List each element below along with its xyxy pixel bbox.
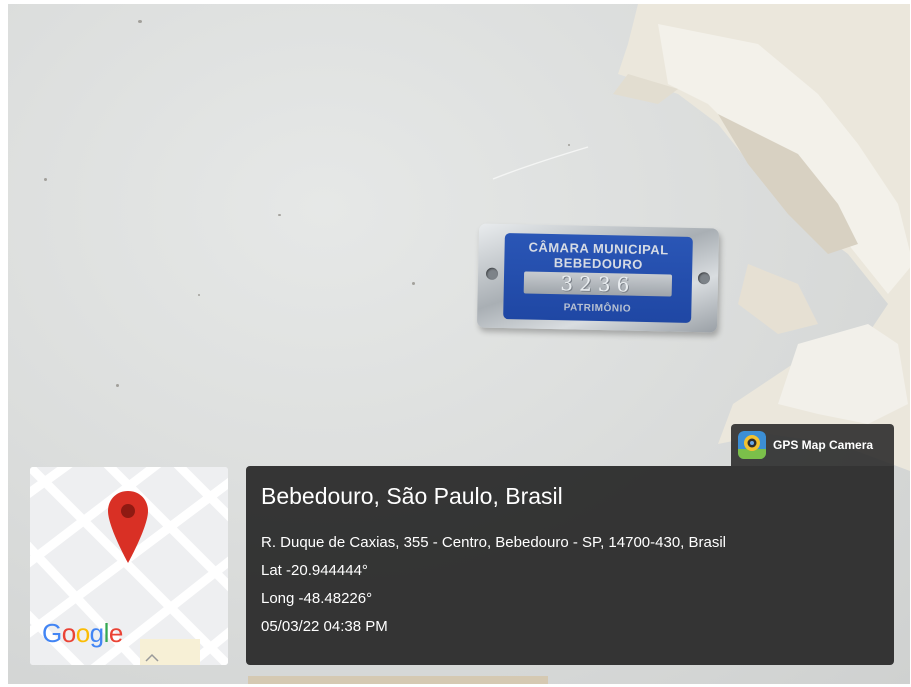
floor-edge bbox=[248, 676, 548, 684]
wall-speck bbox=[278, 214, 281, 216]
gps-map-camera-app-icon bbox=[738, 431, 766, 459]
tag-screw-hole bbox=[697, 272, 711, 285]
wall-speck bbox=[44, 178, 47, 181]
gps-map-camera-badge: GPS Map Camera bbox=[731, 424, 894, 466]
map-pin-icon bbox=[108, 491, 148, 563]
wall-speck bbox=[412, 282, 415, 285]
google-logo-letter: o bbox=[61, 618, 76, 648]
wall-speck bbox=[116, 384, 119, 387]
google-logo: Google bbox=[42, 618, 123, 649]
asset-tag: CÂMARA MUNICIPAL BEBEDOURO 3236 PATRIMÔN… bbox=[476, 223, 720, 333]
tag-patrimonio: PATRIMÔNIO bbox=[563, 302, 632, 315]
tag-blue-plate: CÂMARA MUNICIPAL BEBEDOURO 3236 PATRIMÔN… bbox=[503, 233, 693, 323]
tag-city: BEBEDOURO bbox=[553, 255, 643, 272]
location-datetime: 05/03/22 04:38 PM bbox=[261, 618, 388, 635]
google-logo-letter: o bbox=[75, 618, 90, 648]
wall-speck bbox=[198, 294, 200, 296]
location-latitude: Lat -20.944444° bbox=[261, 562, 368, 579]
google-logo-letter: g bbox=[89, 618, 104, 648]
wall-scratch bbox=[492, 146, 589, 180]
location-map-thumbnail: Google bbox=[30, 467, 228, 665]
location-longitude: Long -48.48226° bbox=[261, 590, 373, 607]
location-info-panel: Bebedouro, São Paulo, Brasil R. Duque de… bbox=[246, 466, 894, 665]
wall-speck bbox=[138, 20, 142, 23]
tag-number: 3236 bbox=[560, 271, 636, 297]
location-address: R. Duque de Caxias, 355 - Centro, Bebedo… bbox=[261, 534, 726, 551]
badge-label: GPS Map Camera bbox=[773, 438, 874, 452]
google-logo-letter: G bbox=[42, 618, 62, 648]
tag-number-box: 3236 bbox=[523, 271, 673, 297]
tag-screw-hole bbox=[485, 267, 499, 280]
google-logo-letter: e bbox=[108, 618, 123, 648]
location-title: Bebedouro, São Paulo, Brasil bbox=[261, 483, 563, 509]
